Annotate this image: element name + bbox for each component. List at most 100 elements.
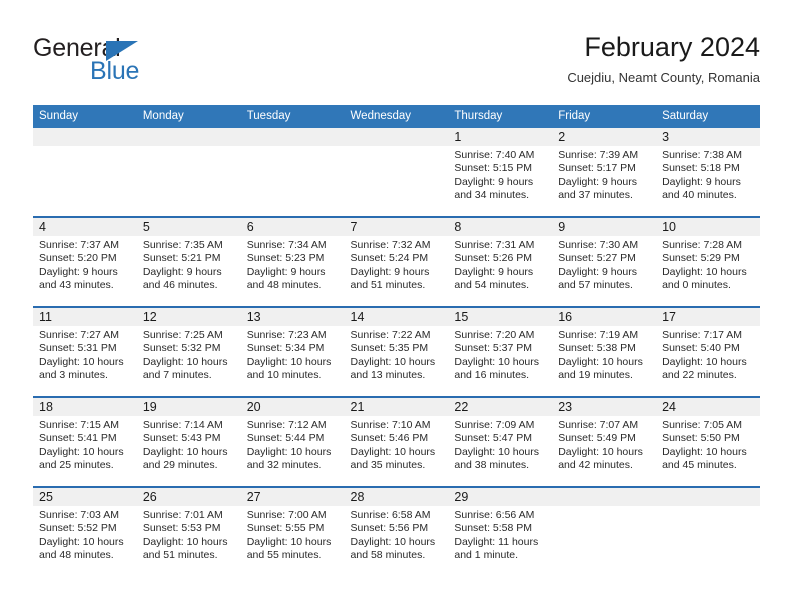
- calendar-day-cell[interactable]: 10 Sunrise: 7:28 AM Sunset: 5:29 PM Dayligh…: [656, 216, 760, 307]
- day-details: Sunrise: 7:38 AM Sunset: 5:18 PM Daylight:…: [656, 146, 760, 203]
- day-details: Sunrise: 7:39 AM Sunset: 5:17 PM Daylight:…: [552, 146, 656, 203]
- daylight-text-line1: Daylight: 10 hours: [246, 445, 332, 458]
- day-number: 4: [33, 218, 137, 236]
- calendar-day-cell[interactable]: 19 Sunrise: 7:14 AM Sunset: 5:43 PM Dayligh…: [136, 396, 241, 487]
- sunset-text: Sunset: 5:47 PM: [454, 432, 533, 445]
- daylight-text-line2: and 48 minutes.: [246, 279, 322, 292]
- day-number: 23: [552, 398, 657, 416]
- daylight-text-line2: and 35 minutes.: [350, 459, 426, 472]
- calendar-day-cell[interactable]: 17 Sunrise: 7:17 AM Sunset: 5:40 PM Dayligh…: [656, 306, 760, 397]
- sunrise-text: Sunrise: 7:27 AM: [39, 329, 119, 341]
- day-details: [552, 506, 656, 509]
- day-details: Sunrise: 7:20 AM Sunset: 5:37 PM Daylight:…: [448, 326, 552, 383]
- calendar-day-cell[interactable]: 2 Sunrise: 7:39 AM Sunset: 5:17 PM Daylight…: [552, 128, 657, 217]
- day-details: Sunrise: 6:58 AM Sunset: 5:56 PM Daylight:…: [345, 506, 449, 563]
- calendar-day-cell[interactable]: 11 Sunrise: 7:27 AM Sunset: 5:31 PM Dayligh…: [33, 306, 137, 397]
- calendar-day-cell[interactable]: 3 Sunrise: 7:38 AM Sunset: 5:18 PM Daylight…: [656, 128, 760, 217]
- day-details: [33, 146, 137, 149]
- calendar-day-cell[interactable]: 4 Sunrise: 7:37 AM Sunset: 5:20 PM Daylight…: [33, 216, 137, 307]
- daylight-text-line1: Daylight: 10 hours: [454, 445, 540, 458]
- daylight-text-line2: and 40 minutes.: [662, 189, 737, 202]
- sunset-text: Sunset: 5:43 PM: [142, 432, 221, 445]
- day-details: [656, 506, 760, 509]
- sunrise-text: Sunrise: 7:34 AM: [246, 239, 327, 251]
- sunset-text: Sunset: 5:49 PM: [558, 432, 636, 445]
- sunset-text: Sunset: 5:50 PM: [662, 432, 740, 445]
- day-number: 7: [344, 218, 449, 236]
- sunset-text: Sunset: 5:34 PM: [246, 342, 325, 355]
- day-number: 25: [33, 488, 137, 506]
- daylight-text-line1: Daylight: 10 hours: [39, 535, 124, 548]
- day-details: Sunrise: 7:37 AM Sunset: 5:20 PM Daylight:…: [33, 236, 137, 293]
- day-details: Sunrise: 7:35 AM Sunset: 5:21 PM Daylight:…: [137, 236, 241, 293]
- daylight-text-line1: Daylight: 9 hours: [454, 175, 534, 188]
- sunset-text: Sunset: 5:52 PM: [39, 522, 117, 535]
- page-title: February 2024: [584, 32, 760, 62]
- day-details: [345, 146, 449, 149]
- calendar-week-row: 11 Sunrise: 7:27 AM Sunset: 5:31 PM Dayligh…: [33, 306, 760, 397]
- daylight-text-line2: and 29 minutes.: [142, 459, 218, 472]
- sunrise-text: Sunrise: 6:58 AM: [350, 509, 431, 521]
- sunrise-text: Sunrise: 7:12 AM: [246, 419, 327, 431]
- day-details: Sunrise: 7:19 AM Sunset: 5:38 PM Daylight:…: [552, 326, 656, 383]
- weekday-header-tuesday: Tuesday: [240, 105, 345, 128]
- calendar-day-cell[interactable]: 25 Sunrise: 7:03 AM Sunset: 5:52 PM Dayligh…: [33, 486, 137, 576]
- calendar-day-cell-empty: [344, 128, 449, 217]
- calendar-day-cell[interactable]: 6 Sunrise: 7:34 AM Sunset: 5:23 PM Daylight…: [240, 216, 345, 307]
- calendar-day-cell[interactable]: 28 Sunrise: 6:58 AM Sunset: 5:56 PM Dayligh…: [344, 486, 449, 576]
- sunrise-text: Sunrise: 7:39 AM: [558, 149, 639, 161]
- sunrise-text: Sunrise: 6:56 AM: [454, 509, 535, 521]
- daylight-text-line2: and 54 minutes.: [454, 279, 530, 292]
- calendar-day-cell[interactable]: 5 Sunrise: 7:35 AM Sunset: 5:21 PM Daylight…: [136, 216, 241, 307]
- day-number: 8: [448, 218, 553, 236]
- day-number: [344, 128, 449, 146]
- calendar-week-row: 25 Sunrise: 7:03 AM Sunset: 5:52 PM Dayligh…: [33, 486, 760, 576]
- sunset-text: Sunset: 5:21 PM: [142, 252, 221, 265]
- calendar-day-cell[interactable]: 26 Sunrise: 7:01 AM Sunset: 5:53 PM Dayligh…: [136, 486, 241, 576]
- sunset-text: Sunset: 5:55 PM: [246, 522, 325, 535]
- day-details: Sunrise: 7:27 AM Sunset: 5:31 PM Daylight:…: [33, 326, 137, 383]
- calendar-day-cell[interactable]: 29 Sunrise: 6:56 AM Sunset: 5:58 PM Dayligh…: [448, 486, 553, 576]
- sunrise-text: Sunrise: 7:07 AM: [558, 419, 639, 431]
- calendar-day-cell[interactable]: 20 Sunrise: 7:12 AM Sunset: 5:44 PM Dayligh…: [240, 396, 345, 487]
- sunset-text: Sunset: 5:44 PM: [246, 432, 325, 445]
- calendar-day-cell[interactable]: 22 Sunrise: 7:09 AM Sunset: 5:47 PM Dayligh…: [448, 396, 553, 487]
- calendar-day-cell[interactable]: 8 Sunrise: 7:31 AM Sunset: 5:26 PM Daylight…: [448, 216, 553, 307]
- sunrise-text: Sunrise: 7:20 AM: [454, 329, 535, 341]
- calendar-day-cell[interactable]: 24 Sunrise: 7:05 AM Sunset: 5:50 PM Dayligh…: [656, 396, 760, 487]
- daylight-text-line1: Daylight: 9 hours: [39, 265, 118, 278]
- calendar-day-cell[interactable]: 18 Sunrise: 7:15 AM Sunset: 5:41 PM Dayligh…: [33, 396, 137, 487]
- day-details: [137, 146, 241, 149]
- daylight-text-line2: and 42 minutes.: [558, 459, 633, 472]
- day-details: Sunrise: 7:40 AM Sunset: 5:15 PM Daylight:…: [448, 146, 552, 203]
- general-blue-logo[interactable]: General Blue: [33, 34, 263, 94]
- sunrise-text: Sunrise: 7:31 AM: [454, 239, 535, 251]
- daylight-text-line2: and 16 minutes.: [454, 369, 530, 382]
- calendar-day-cell[interactable]: 7 Sunrise: 7:32 AM Sunset: 5:24 PM Daylight…: [344, 216, 449, 307]
- calendar-day-cell[interactable]: 14 Sunrise: 7:22 AM Sunset: 5:35 PM Dayligh…: [344, 306, 449, 397]
- calendar-day-cell-empty: [240, 128, 345, 217]
- calendar-week-row: 1 Sunrise: 7:40 AM Sunset: 5:15 PM Daylight…: [33, 128, 760, 217]
- calendar-head: Sunday Monday Tuesday Wednesday Thursday…: [33, 105, 760, 128]
- daylight-text-line1: Daylight: 10 hours: [662, 265, 747, 278]
- day-details: Sunrise: 7:09 AM Sunset: 5:47 PM Daylight:…: [448, 416, 552, 473]
- calendar-day-cell[interactable]: 16 Sunrise: 7:19 AM Sunset: 5:38 PM Dayligh…: [552, 306, 657, 397]
- daylight-text-line2: and 0 minutes.: [662, 279, 731, 292]
- sunrise-text: Sunrise: 7:37 AM: [39, 239, 119, 251]
- calendar-day-cell[interactable]: 27 Sunrise: 7:00 AM Sunset: 5:55 PM Dayligh…: [240, 486, 345, 576]
- calendar-day-cell[interactable]: 15 Sunrise: 7:20 AM Sunset: 5:37 PM Dayligh…: [448, 306, 553, 397]
- calendar-day-cell[interactable]: 1 Sunrise: 7:40 AM Sunset: 5:15 PM Daylight…: [448, 128, 553, 217]
- calendar-day-cell[interactable]: 21 Sunrise: 7:10 AM Sunset: 5:46 PM Dayligh…: [344, 396, 449, 487]
- daylight-text-line2: and 45 minutes.: [662, 459, 737, 472]
- calendar-day-cell[interactable]: 9 Sunrise: 7:30 AM Sunset: 5:27 PM Daylight…: [552, 216, 657, 307]
- day-number: 2: [552, 128, 657, 146]
- location-subtitle: Cuejdiu, Neamt County, Romania: [567, 70, 760, 85]
- daylight-text-line2: and 55 minutes.: [246, 549, 322, 562]
- calendar-day-cell[interactable]: 12 Sunrise: 7:25 AM Sunset: 5:32 PM Dayligh…: [136, 306, 241, 397]
- sunrise-text: Sunrise: 7:01 AM: [142, 509, 223, 521]
- sunset-text: Sunset: 5:41 PM: [39, 432, 117, 445]
- day-number: 22: [448, 398, 553, 416]
- calendar-day-cell[interactable]: 13 Sunrise: 7:23 AM Sunset: 5:34 PM Dayligh…: [240, 306, 345, 397]
- day-details: [241, 146, 345, 149]
- calendar-day-cell[interactable]: 23 Sunrise: 7:07 AM Sunset: 5:49 PM Dayligh…: [552, 396, 657, 487]
